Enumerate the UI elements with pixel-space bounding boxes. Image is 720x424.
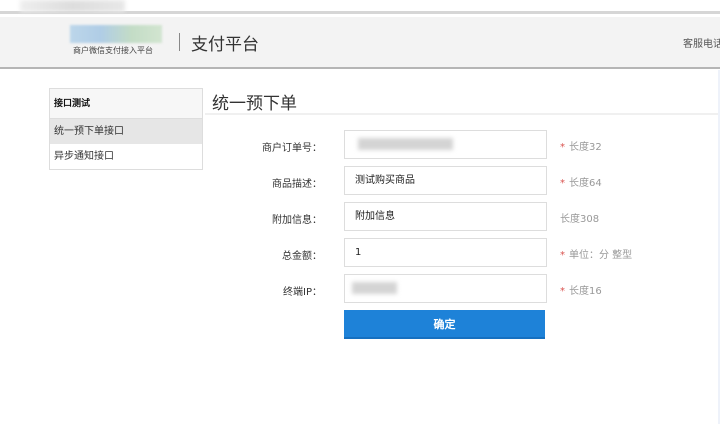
blurred-value — [352, 282, 397, 294]
attach-info-input[interactable]: 附加信息 — [344, 202, 547, 231]
browser-top-strip — [0, 0, 720, 14]
hint-text: 单位：分 整型 — [569, 250, 633, 261]
title-divider — [205, 113, 720, 115]
blurred-region — [20, 0, 125, 12]
order-number-hint: * 长度32 — [560, 138, 602, 153]
sidebar-item-unified-order[interactable]: 统一预下单接口 — [50, 119, 202, 144]
blurred-value — [358, 138, 453, 150]
header-divider — [179, 33, 180, 51]
product-description-hint: * 长度64 — [560, 174, 602, 189]
attach-info-hint: 长度308 — [560, 210, 599, 225]
total-amount-input[interactable]: 1 — [344, 238, 547, 267]
logo-subtitle: 商户微信支付接入平台 — [73, 46, 153, 55]
order-number-label: 商户订单号： — [262, 143, 322, 154]
site-header: 商户微信支付接入平台 支付平台 客服电话 — [0, 17, 720, 69]
hint-text: 长度64 — [569, 178, 602, 189]
form-row-product-description: 商品描述： 测试购买商品 * 长度64 — [240, 166, 720, 196]
terminal-ip-hint: * 长度16 — [560, 282, 602, 297]
page-title: 统一预下单 — [212, 94, 297, 114]
submit-button[interactable]: 确定 — [344, 310, 545, 339]
form-row-attach-info: 附加信息： 附加信息 长度308 — [240, 202, 720, 232]
platform-title: 支付平台 — [191, 35, 259, 55]
logo — [70, 25, 162, 43]
terminal-ip-label: 终端IP： — [283, 287, 322, 298]
product-description-label: 商品描述： — [272, 179, 322, 190]
hint-text: 长度32 — [569, 142, 602, 153]
sidebar-heading: 接口测试 — [50, 89, 202, 119]
required-mark: * — [560, 142, 565, 153]
sidebar: 接口测试 统一预下单接口 异步通知接口 — [49, 88, 203, 170]
form-row-total-amount: 总金额： 1 * 单位：分 整型 — [240, 238, 720, 268]
hint-text: 长度308 — [560, 214, 600, 225]
total-amount-label: 总金额： — [282, 251, 322, 262]
sidebar-item-async-notify[interactable]: 异步通知接口 — [50, 144, 202, 169]
form-row-order-number: 商户订单号： * 长度32 — [240, 130, 720, 160]
attach-info-value: 附加信息 — [355, 211, 395, 222]
product-description-value: 测试购买商品 — [355, 175, 415, 186]
total-amount-value: 1 — [355, 247, 362, 258]
service-phone: 客服电话 — [683, 39, 720, 50]
required-mark: * — [560, 178, 565, 189]
product-description-input[interactable]: 测试购买商品 — [344, 166, 547, 195]
hint-text: 长度16 — [569, 286, 602, 297]
attach-info-label: 附加信息： — [272, 215, 322, 226]
total-amount-hint: * 单位：分 整型 — [560, 246, 632, 261]
form-row-terminal-ip: 终端IP： * 长度16 — [240, 274, 720, 304]
required-mark: * — [560, 250, 565, 261]
required-mark: * — [560, 286, 565, 297]
